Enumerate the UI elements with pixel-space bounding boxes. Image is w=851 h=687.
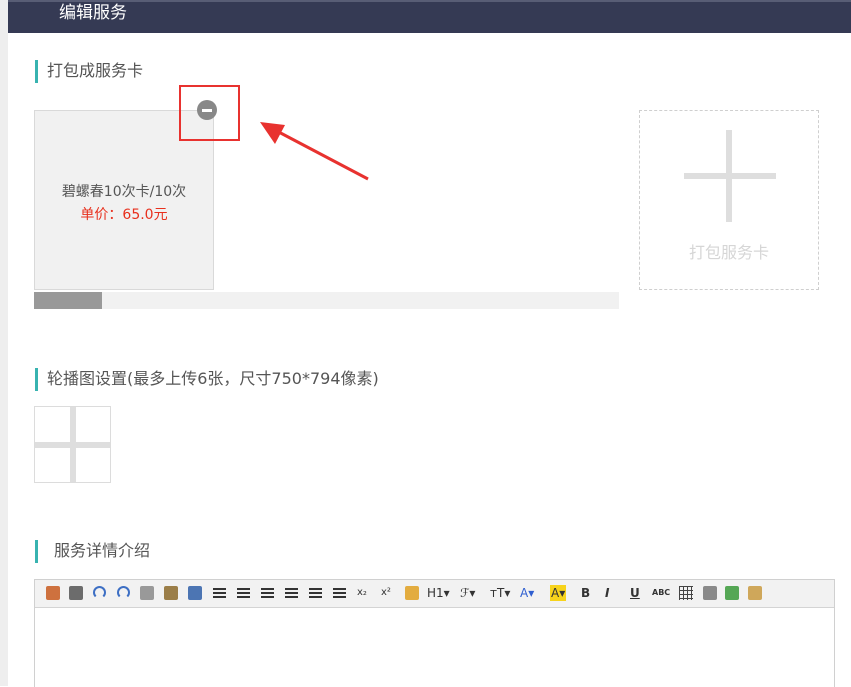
bold-button[interactable]: B <box>581 585 590 601</box>
preview-icon[interactable] <box>140 586 154 600</box>
page-title: 编辑服务 <box>59 3 127 23</box>
font-family-button[interactable]: ℱ▾ <box>460 585 475 601</box>
insert-below-icon[interactable] <box>725 586 739 600</box>
clear-format-icon[interactable] <box>405 586 419 600</box>
add-service-card-button[interactable]: 打包服务卡 <box>639 110 819 290</box>
source-icon[interactable] <box>748 586 762 600</box>
plus-icon-bar <box>35 442 110 448</box>
underline-button[interactable]: U <box>630 585 640 601</box>
superscript-button[interactable]: x² <box>381 585 391 601</box>
undo-icon[interactable] <box>93 586 106 599</box>
annotation-highlight-box <box>179 85 240 141</box>
paste-icon[interactable] <box>164 586 178 600</box>
plus-icon-bar <box>684 173 776 179</box>
align-right-icon[interactable] <box>261 588 274 599</box>
service-card-name: 碧螺春10次卡/10次 <box>61 184 187 200</box>
card-scrollbar[interactable] <box>34 292 619 309</box>
service-card-price: 单价：65.0元 <box>80 207 168 223</box>
rich-text-editor: x₂ x² H1▾ ℱ▾ ᴛT▾ A▾ A▾ B I U ABC <box>34 579 835 687</box>
add-service-card-label: 打包服务卡 <box>688 243 769 262</box>
section-title-pack: 打包成服务卡 <box>35 60 143 83</box>
file-icon[interactable] <box>69 586 83 600</box>
highlight-color-button[interactable]: A▾ <box>550 585 567 601</box>
page-header: 编辑服务 <box>8 0 851 33</box>
paste-word-icon[interactable] <box>188 586 202 600</box>
card-scrollbar-thumb[interactable] <box>34 292 102 309</box>
header-top-rule <box>8 0 851 2</box>
editor-toolbar: x₂ x² H1▾ ℱ▾ ᴛT▾ A▾ A▾ B I U ABC <box>35 580 834 608</box>
strikethrough-button[interactable]: ABC <box>652 585 670 601</box>
unordered-list-icon[interactable] <box>333 588 346 599</box>
font-size-button[interactable]: ᴛT▾ <box>490 585 510 601</box>
font-color-button[interactable]: A▾ <box>520 585 534 601</box>
left-sidebar-strip <box>0 0 8 686</box>
carousel-upload-button[interactable] <box>34 406 111 483</box>
section-title-detail: 服务详情介绍 <box>35 540 150 563</box>
align-left-icon[interactable] <box>213 588 226 599</box>
annotation-arrow-icon <box>260 122 369 181</box>
table-icon[interactable] <box>679 586 693 600</box>
section-title-carousel: 轮播图设置(最多上传6张，尺寸750*794像素) <box>35 368 379 391</box>
subscript-button[interactable]: x₂ <box>357 585 367 601</box>
eraser-icon[interactable] <box>703 586 717 600</box>
insert-image-icon[interactable] <box>46 586 60 600</box>
ordered-list-icon[interactable] <box>309 588 322 599</box>
editor-content-area[interactable] <box>35 608 834 687</box>
align-justify-icon[interactable] <box>285 588 298 599</box>
heading-button[interactable]: H1▾ <box>427 585 450 601</box>
redo-icon[interactable] <box>117 586 130 599</box>
italic-button[interactable]: I <box>605 585 609 601</box>
align-center-icon[interactable] <box>237 588 250 599</box>
